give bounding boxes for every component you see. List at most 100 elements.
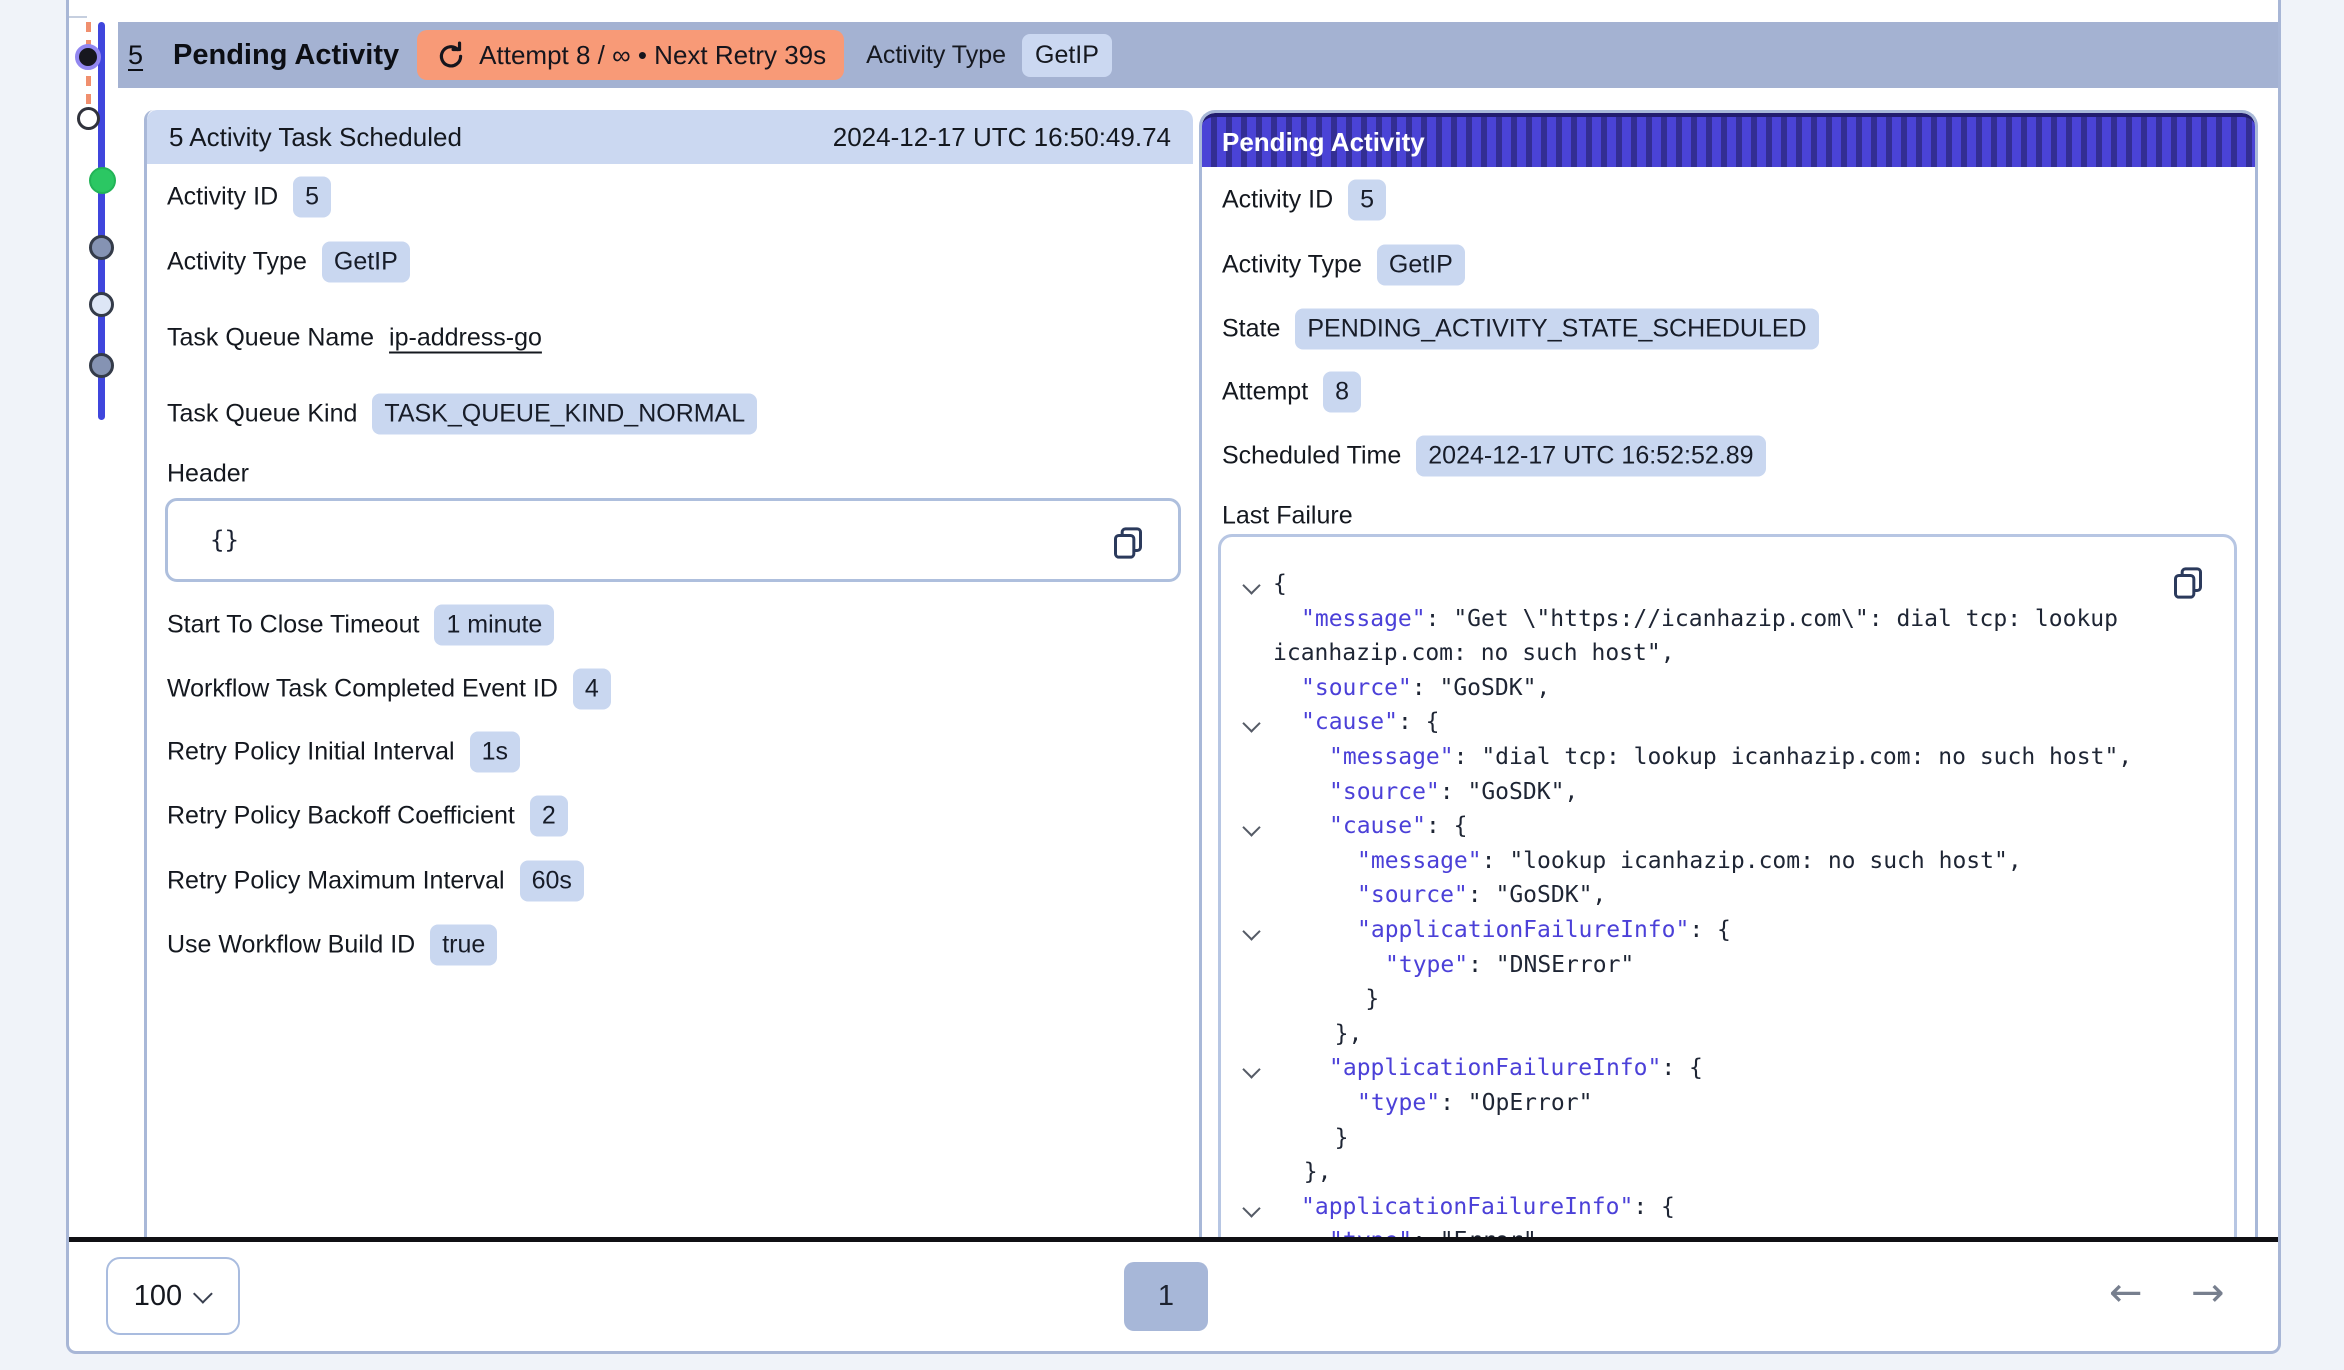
field-label: Retry Policy Backoff Coefficient: [167, 802, 515, 831]
page-number-button[interactable]: 1: [1124, 1262, 1208, 1331]
copy-button[interactable]: [2168, 563, 2208, 603]
code-line: "message": "dial tcp: lookup icanhazip.c…: [1237, 740, 2214, 775]
field-row: Activity ID 5: [147, 177, 1193, 218]
field-row: Retry Policy Maximum Interval 60s: [147, 861, 1193, 902]
row-title: Pending Activity: [173, 39, 399, 72]
field-label: Activity Type: [167, 248, 307, 277]
field-value-badge: 2024-12-17 UTC 16:52:52.89: [1416, 436, 1765, 477]
next-page-button[interactable]: →: [2185, 1272, 2231, 1314]
code-line: "source": "GoSDK",: [1237, 775, 2214, 810]
header-section-label: Header: [167, 460, 249, 489]
event-detail-panel-header: 5 Activity Task Scheduled 2024-12-17 UTC…: [147, 110, 1193, 164]
event-history-container: 5 Pending Activity Attempt 8 / ∞ • Next …: [66, 0, 2281, 1354]
field-row: Retry Policy Initial Interval 1s: [147, 732, 1193, 773]
code-line: "type": "DNSError": [1237, 948, 2214, 983]
page-size-select[interactable]: 100: [106, 1257, 240, 1335]
field-value-badge: 2: [530, 796, 568, 837]
timeline-current-event-dot[interactable]: [75, 44, 101, 70]
chevron-down-icon: [193, 1284, 213, 1304]
code-line: }: [1237, 1121, 2214, 1156]
event-detail-title: 5 Activity Task Scheduled: [169, 122, 462, 153]
field-row: Activity Type GetIP: [1202, 245, 2255, 286]
row-divider: [69, 16, 87, 18]
header-section-label-row: Header: [147, 460, 1193, 489]
activity-type-label: Activity Type: [866, 41, 1006, 70]
event-id-link[interactable]: 5: [128, 40, 143, 71]
collapse-chevron-icon[interactable]: [1242, 922, 1260, 940]
field-row: Start To Close Timeout 1 minute: [147, 605, 1193, 646]
field-value-badge: PENDING_ACTIVITY_STATE_SCHEDULED: [1295, 309, 1818, 350]
collapse-chevron-icon[interactable]: [1242, 1061, 1260, 1079]
field-row: Task Queue Name ip-address-go: [147, 324, 1193, 353]
field-row: Activity ID 5: [1202, 180, 2255, 221]
field-label: Retry Policy Maximum Interval: [167, 867, 505, 896]
field-label: Activity Type: [1222, 251, 1362, 280]
timeline-gray-dot[interactable]: [89, 235, 114, 260]
collapse-chevron-icon[interactable]: [1242, 1199, 1260, 1217]
field-label: Retry Policy Initial Interval: [167, 738, 455, 767]
field-row: Scheduled Time 2024-12-17 UTC 16:52:52.8…: [1202, 436, 2255, 477]
left-arrow-icon: ←: [2109, 1270, 2143, 1316]
field-label: State: [1222, 315, 1280, 344]
code-line: "type": "Error": [1237, 1224, 2214, 1237]
field-value-badge: 4: [573, 669, 611, 710]
code-line: },: [1237, 1017, 2214, 1052]
code-line: "cause": {: [1237, 809, 2214, 844]
collapse-chevron-icon[interactable]: [1242, 576, 1260, 594]
last-failure-code-lines: {"message": "Get \"https://icanhazip.com…: [1221, 537, 2234, 1237]
pending-activity-panel-header: Pending Activity: [1202, 113, 2255, 167]
field-row: Activity Type GetIP: [147, 242, 1193, 283]
timeline-gray-dot[interactable]: [89, 353, 114, 378]
field-value-badge: TASK_QUEUE_KIND_NORMAL: [372, 394, 757, 435]
task-queue-link[interactable]: ip-address-go: [389, 324, 542, 353]
code-line: "source": "GoSDK",: [1237, 671, 2214, 706]
header-payload-content: {}: [210, 526, 239, 554]
event-detail-timestamp: 2024-12-17 UTC 16:50:49.74: [833, 122, 1171, 153]
field-label: Activity ID: [1222, 186, 1333, 215]
field-row: Attempt 8: [1202, 372, 2255, 413]
bottom-separator: [69, 1237, 2278, 1242]
code-line: "message": "lookup icanhazip.com: no suc…: [1237, 844, 2214, 879]
last-failure-label-row: Last Failure: [1202, 502, 2255, 531]
page-size-value: 100: [134, 1280, 182, 1313]
copy-icon: [1108, 523, 1148, 563]
code-line: icanhazip.com: no such host",: [1237, 636, 2214, 671]
copy-icon: [2168, 563, 2208, 603]
copy-button[interactable]: [1108, 523, 1148, 563]
pending-activity-panel: Pending Activity Activity ID 5 Activity …: [1199, 110, 2258, 1237]
last-failure-code-block[interactable]: {"message": "Get \"https://icanhazip.com…: [1218, 534, 2237, 1237]
collapse-chevron-icon[interactable]: [1242, 818, 1260, 836]
code-line: "source": "GoSDK",: [1237, 878, 2214, 913]
field-value-badge: GetIP: [1377, 245, 1465, 286]
pending-activity-title: Pending Activity: [1222, 127, 1425, 158]
field-label: Start To Close Timeout: [167, 611, 419, 640]
field-label: Task Queue Kind: [167, 400, 357, 429]
field-row: Use Workflow Build ID true: [147, 925, 1193, 966]
code-line: }: [1237, 982, 2214, 1017]
code-line: },: [1237, 1155, 2214, 1190]
field-value-badge: 5: [1348, 180, 1386, 221]
code-line: "cause": {: [1237, 705, 2214, 740]
timeline-pale-dot[interactable]: [89, 292, 114, 317]
field-label: Activity ID: [167, 183, 278, 212]
field-value-badge: GetIP: [322, 242, 410, 283]
field-value-badge: 8: [1323, 372, 1361, 413]
field-row: Workflow Task Completed Event ID 4: [147, 669, 1193, 710]
field-label: Scheduled Time: [1222, 442, 1401, 471]
field-value-badge: 60s: [520, 861, 584, 902]
code-line: "message": "Get \"https://icanhazip.com\…: [1237, 602, 2214, 637]
field-row: State PENDING_ACTIVITY_STATE_SCHEDULED: [1202, 309, 2255, 350]
pending-activity-row-header[interactable]: 5 Pending Activity Attempt 8 / ∞ • Next …: [118, 22, 2278, 88]
field-label: Attempt: [1222, 378, 1308, 407]
timeline-green-dot[interactable]: [89, 167, 116, 194]
timeline-hollow-dot[interactable]: [77, 107, 100, 130]
last-failure-label: Last Failure: [1222, 502, 1353, 531]
previous-page-button[interactable]: ←: [2103, 1272, 2149, 1314]
field-row: Task Queue Kind TASK_QUEUE_KIND_NORMAL: [147, 394, 1193, 435]
field-label: Workflow Task Completed Event ID: [167, 675, 558, 704]
code-line: "type": "OpError": [1237, 1086, 2214, 1121]
collapse-chevron-icon[interactable]: [1242, 715, 1260, 733]
right-arrow-icon: →: [2191, 1270, 2225, 1316]
retry-attempt-badge: Attempt 8 / ∞ • Next Retry 39s: [417, 30, 844, 80]
activity-type-badge: GetIP: [1022, 34, 1112, 77]
